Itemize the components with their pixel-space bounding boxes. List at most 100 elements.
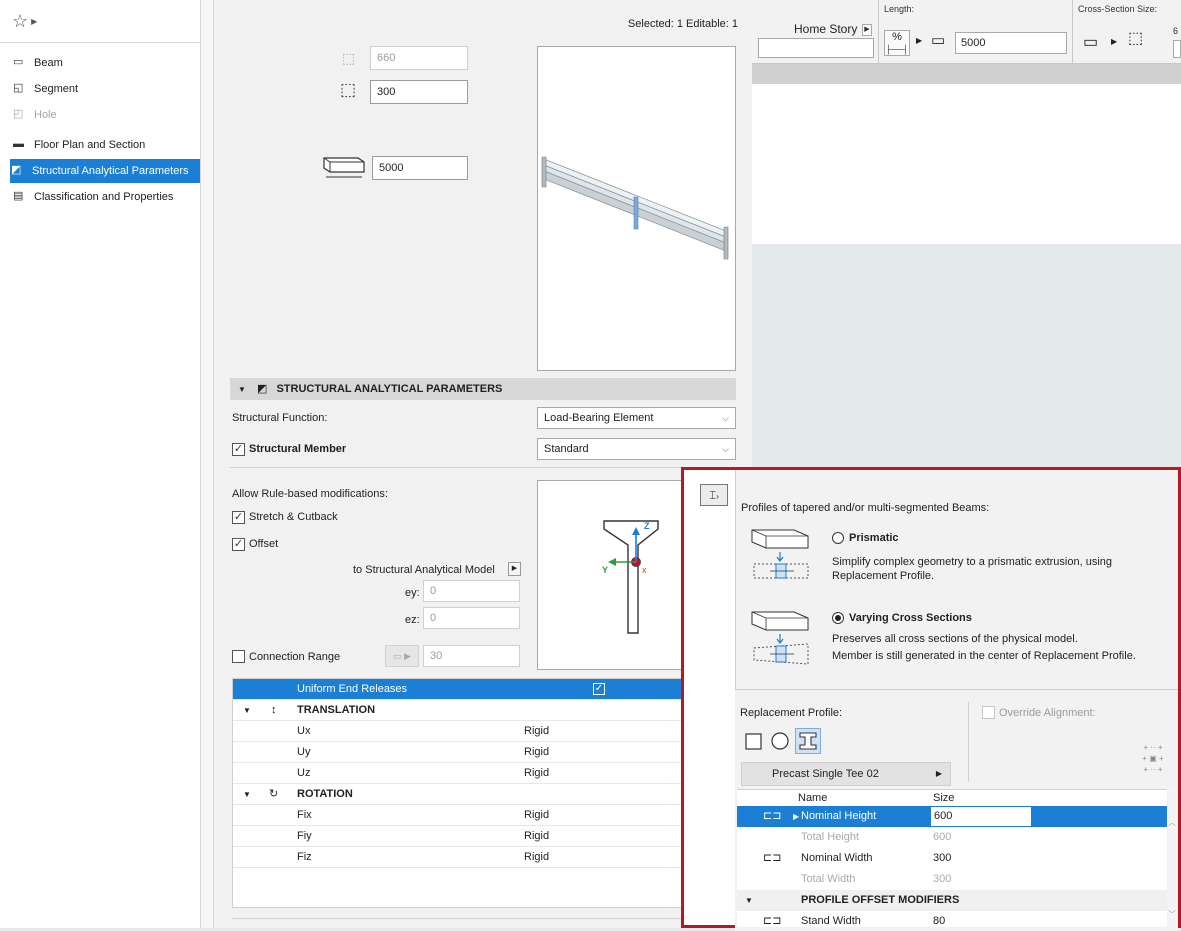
nav-item-hole[interactable]: ◰ Hole [12, 103, 200, 127]
release-name: Uz [297, 767, 311, 779]
beam-3d-preview[interactable] [537, 46, 736, 371]
rotation-label: ROTATION [297, 788, 353, 800]
length-field[interactable]: 5000 [372, 156, 468, 180]
rotation-icon: ↻ [269, 788, 279, 800]
nav-item-classification[interactable]: ▤ Classification and Properties [12, 185, 200, 209]
drawing-canvas[interactable] [750, 84, 1181, 244]
alignment-point-icon: + ▣ + [1142, 754, 1164, 763]
table-row-uniform[interactable]: Uniform End Releases ✓ [233, 679, 717, 700]
table-row[interactable]: Fiy Rigid [233, 826, 717, 847]
canvas-header-strip [750, 64, 1181, 84]
to-model-arrow-icon[interactable]: ▶ [508, 562, 521, 576]
table-row[interactable]: Total Height 600 [737, 827, 1167, 848]
toolbar-divider [878, 0, 879, 64]
nav-item-label: Beam [34, 57, 63, 69]
floor-plan-icon: ▬ [13, 138, 24, 150]
collapse-arrow-icon[interactable]: ▼ [243, 784, 251, 805]
profiles-heading: Profiles of tapered and/or multi-segment… [741, 502, 990, 514]
table-row-rotation-group[interactable]: ▼ ↻ ROTATION [233, 784, 717, 805]
selection-info: Selected: 1 Editable: 1 [627, 18, 738, 30]
percent-arrow-icon[interactable]: ▶ [916, 36, 922, 45]
release-value: Rigid [524, 725, 550, 737]
prismatic-title: Prismatic [849, 532, 899, 544]
to-model-label: to Structural Analytical Model [353, 564, 495, 576]
param-name: Stand Width [801, 915, 861, 927]
story-field[interactable] [758, 38, 874, 58]
percent-length-button[interactable]: % ├──┤ [884, 30, 910, 56]
home-story-arrow-icon[interactable]: ▶ [862, 24, 872, 36]
chevron-down-icon: ⌵ [722, 444, 729, 454]
nav-item-beam[interactable]: ▭ Beam [12, 51, 200, 75]
width-field[interactable]: 300 [370, 80, 468, 104]
divider [968, 702, 969, 782]
rectangle-profile-button[interactable] [743, 730, 765, 752]
profile-select[interactable]: Precast Single Tee 02 ▶ [741, 762, 951, 786]
home-story-button[interactable]: Home Story [794, 22, 857, 36]
nav-item-structural[interactable]: ◩ Structural Analytical Parameters [10, 159, 200, 183]
release-name: Fiz [297, 851, 312, 863]
varying-desc-1: Preserves all cross sections of the phys… [832, 633, 1078, 645]
table-row-nominal-height[interactable]: ⊏⊐ ▶ Nominal Height 600 [737, 806, 1167, 827]
table-row-offset-modifiers-group[interactable]: ▼ PROFILE OFFSET MODIFIERS [737, 890, 1167, 911]
canvas-background [750, 244, 1181, 470]
table-row[interactable]: Uy Rigid [233, 742, 717, 763]
divider [232, 918, 718, 919]
nav-item-segment[interactable]: ◱ Segment [12, 77, 200, 101]
section-title: STRUCTURAL ANALYTICAL PARAMETERS [276, 383, 503, 395]
favorites-button[interactable]: ☆ ▶ [12, 11, 44, 33]
modifiers-label: PROFILE OFFSET MODIFIERS [801, 894, 960, 906]
nav-item-floor-plan[interactable]: ▬ Floor Plan and Section [12, 133, 200, 157]
collapse-arrow-icon[interactable]: ▼ [238, 385, 246, 394]
structural-member-select[interactable]: Standard ⌵ [537, 438, 736, 460]
uniform-checkbox[interactable]: ✓ [593, 683, 605, 695]
beam-settings-dialog: ☆ ▶ ▭ Beam ◱ Segment ◰ Hole ▬ Floor Plan and … [0, 0, 752, 928]
release-value: Rigid [524, 809, 550, 821]
table-row[interactable]: ⊏⊐ Nominal Width 300 [737, 848, 1167, 869]
scroll-up-icon[interactable]: ︿ [1168, 817, 1176, 828]
length-input[interactable]: 5000 [955, 32, 1067, 54]
collapse-arrow-icon[interactable]: ▼ [745, 890, 753, 911]
structural-member-checkbox[interactable]: ✓ [232, 443, 245, 456]
cross-section-value: 6 [1173, 26, 1179, 36]
table-row[interactable]: Fiz Rigid [233, 847, 717, 868]
circle-profile-button[interactable] [769, 730, 791, 752]
profile-param-icon: ⊏⊐ [763, 810, 782, 822]
table-row-translation-group[interactable]: ▼ ↕ TRANSLATION [233, 700, 717, 721]
chevron-down-icon: ⌵ [722, 413, 729, 423]
connection-range-checkbox[interactable] [232, 650, 245, 663]
profile-table-scrollbar[interactable]: ︿ ﹀ [1167, 789, 1178, 927]
settings-nav: ☆ ▶ ▭ Beam ◱ Segment ◰ Hole ▬ Floor Plan and … [0, 0, 200, 928]
percent-label: % [892, 31, 902, 43]
replacement-profile-label: Replacement Profile: [740, 707, 843, 719]
table-row[interactable]: ⊏⊐ Stand Width 80 [737, 911, 1167, 927]
scroll-down-icon[interactable]: ﹀ [1168, 909, 1176, 920]
profile-panel-toggle-button[interactable]: ⌶› [700, 484, 728, 506]
structural-function-select[interactable]: Load-Bearing Element ⌵ [537, 407, 736, 429]
nominal-height-input[interactable]: 600 [931, 807, 1031, 826]
table-row[interactable]: Uz Rigid [233, 763, 717, 784]
stretch-checkbox[interactable]: ✓ [232, 511, 245, 524]
cross-section-arrow-icon[interactable]: ▶ [1111, 37, 1117, 46]
prismatic-radio[interactable] [832, 532, 844, 544]
width-dim-icon: ⬚ [340, 80, 357, 99]
cross-section-input[interactable] [1173, 40, 1181, 58]
nav-item-label: Structural Analytical Parameters [32, 165, 189, 177]
structural-member-label: Structural Member [249, 443, 347, 455]
offset-checkbox[interactable]: ✓ [232, 538, 245, 551]
expand-arrow-icon[interactable]: ▶ [793, 806, 799, 827]
connection-range-label: Connection Range [249, 651, 341, 663]
table-row[interactable]: Fix Rigid [233, 805, 717, 826]
varying-sections-diagram-icon [750, 608, 814, 668]
collapse-arrow-icon[interactable]: ▼ [243, 700, 251, 721]
beam-icon: ▭ [13, 56, 24, 68]
nav-splitter[interactable] [200, 0, 214, 928]
custom-profile-button[interactable] [795, 728, 821, 754]
cross-section-label: Cross-Section Size: [1078, 4, 1158, 14]
structural-section-header[interactable]: ▼ ◩ STRUCTURAL ANALYTICAL PARAMETERS [230, 378, 736, 400]
cross-section-shape-icon[interactable]: ▭ [1083, 32, 1098, 52]
stretch-label: Stretch & Cutback [249, 511, 338, 523]
table-row[interactable]: Ux Rigid [233, 721, 717, 742]
varying-sections-radio[interactable] [832, 612, 844, 624]
table-row[interactable]: Total Width 300 [737, 869, 1167, 890]
cross-section-size-icon: ⬚ [1128, 30, 1144, 47]
